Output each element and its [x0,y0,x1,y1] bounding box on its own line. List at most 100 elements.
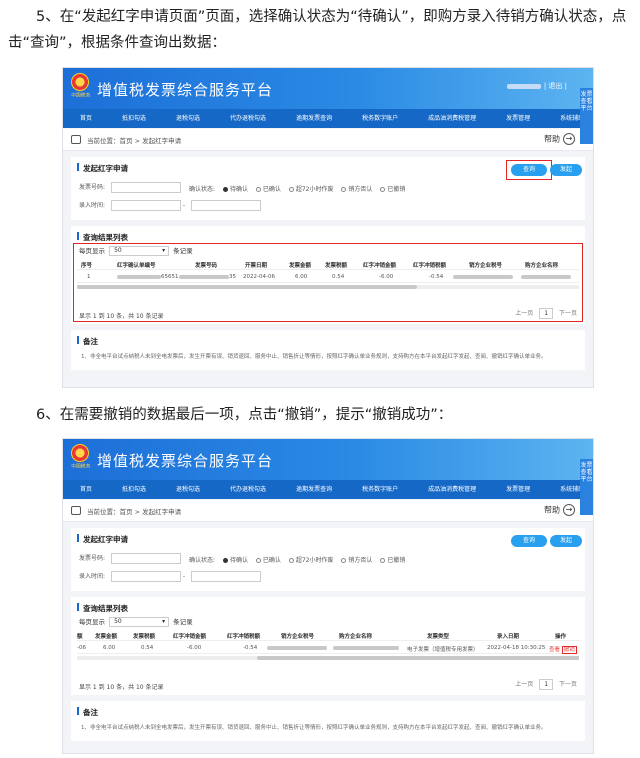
prev-page-button[interactable]: 上一页 [515,310,533,317]
result-title: 查询结果列表 [71,597,585,614]
nav-item[interactable]: 发票管理 [491,480,545,499]
table-header: 序号 红字确认单编号 发票号码 开票日期 发票金额 发票税额 红字冲销金额 红字… [77,257,579,270]
app-header: 中国税务 增值税发票综合服务平台 | 退出 | [63,68,593,109]
note-text: 1、非全电平台试点纳税人未到全电发票后，发生开票有误、销货退回、服务中止、销售折… [81,354,547,360]
next-page-button[interactable]: 下一页 [559,681,577,688]
tax-emblem-icon: 中国税务 [69,73,91,101]
nav-item[interactable]: 抵扣勾选 [107,480,161,499]
main-nav: 首页 抵扣勾选 退税勾选 代办退税勾选 逾期发票查询 税务数字账户 成品油消费税… [63,109,593,128]
page-size-select[interactable]: 50 ▾ [109,246,170,256]
arrow-right-icon: → [563,504,575,516]
nav-item[interactable]: 代办退税勾选 [215,109,281,128]
new-request-button[interactable]: 发起 [550,535,582,547]
pager: 上一页 1 下一页 [515,679,577,690]
status-label: 确认状态: [189,557,216,564]
query-button[interactable]: 查询 [511,535,547,547]
nav-item[interactable]: 成品油消费税管理 [413,109,491,128]
page-1-button[interactable]: 1 [539,679,554,690]
nav-item[interactable]: 代办退税勾选 [215,480,281,499]
side-panel-tab[interactable]: 发票查看平台 [580,88,593,144]
invoice-no-input[interactable] [110,182,181,193]
nav-item[interactable]: 抵扣勾选 [107,109,161,128]
page-size-select[interactable]: 50 ▾ [109,617,170,627]
status-label: 确认状态: [189,186,216,193]
app-title: 增值税发票综合服务平台 [97,452,274,470]
status-radio-pending[interactable]: 待确认 [222,184,248,193]
entry-time-start[interactable] [110,200,181,211]
view-link[interactable]: 查看 [549,647,560,653]
entry-time-end[interactable] [190,571,261,582]
result-panel: 查询结果列表 每页显示 50 ▾ 条记录 序号 红字确认单编号 发票号码 开票日期… [71,226,585,324]
form-title: 发起红字申请 [71,528,585,545]
status-radio-confirmed[interactable]: 已确认 [255,184,281,193]
prev-page-button[interactable]: 上一页 [515,681,533,688]
breadcrumb: 当前位置：首页 > 发起红字申请 帮助 → [63,500,593,522]
pager-info: 显示 1 到 10 条，共 10 条记录 [79,684,164,691]
status-radio-pending[interactable]: 待确认 [222,555,248,564]
nav-item[interactable]: 发票管理 [491,109,545,128]
date-separator: - [182,202,186,209]
horizontal-scrollbar[interactable] [77,656,579,660]
date-separator: - [182,573,186,580]
next-page-button[interactable]: 下一页 [559,310,577,317]
horizontal-scrollbar[interactable] [77,285,579,289]
user-menu[interactable]: | 退出 | [506,81,567,91]
help-link[interactable]: 帮助 → [544,133,575,145]
breadcrumb-text: 当前位置：首页 > 发起红字申请 [87,137,182,145]
step6-instruction: 6、在需要撤销的数据最后一项，点击“撤销”，提示“撤销成功”： [36,407,453,423]
app-header: 中国税务 增值税发票综合服务平台 [63,439,593,480]
main-nav: 首页 抵扣勾选 退税勾选 代办退税勾选 逾期发票查询 税务数字账户 成品油消费税… [63,480,593,499]
invoice-no-input[interactable] [110,553,181,564]
note-title: 备注 [71,701,585,718]
query-button[interactable]: 查询 [511,164,547,176]
status-radio-expired[interactable]: 超72小时作废 [288,184,333,193]
app-title: 增值税发票综合服务平台 [97,81,274,99]
status-radio-revoked[interactable]: 已撤销 [380,555,405,564]
result-title: 查询结果列表 [71,226,585,243]
nav-item[interactable]: 逾期发票查询 [281,480,347,499]
status-radio-confirmed[interactable]: 已确认 [255,555,281,564]
nav-item[interactable]: 退税勾选 [161,109,215,128]
home-icon [71,506,81,515]
query-form-panel: 发起红字申请 查询 发起 发票号码: 确认状态: 待确认 已确认 超72小时作废… [71,528,585,591]
status-radio-denied[interactable]: 销方否认 [341,555,372,564]
result-panel: 查询结果列表 每页显示 50 ▾ 条记录 额 发票金额 发票税额 红字冲销金额 红… [71,597,585,695]
chevron-down-icon: ▾ [162,618,166,625]
pager-info: 显示 1 到 10 条，共 10 条记录 [79,313,164,320]
status-radio-denied[interactable]: 销方否认 [341,184,372,193]
nav-item[interactable]: 退税勾选 [161,480,215,499]
nav-item[interactable]: 成品油消费税管理 [413,480,491,499]
status-radio-expired[interactable]: 超72小时作废 [288,555,333,564]
revoke-button[interactable]: 撤销 [561,646,577,654]
status-radio-revoked[interactable]: 已撤销 [380,184,405,193]
note-title: 备注 [71,330,585,347]
home-icon [71,135,81,144]
chevron-down-icon: ▾ [162,247,166,254]
note-text: 1、非全电平台试点纳税人未到全电发票后，发生开票有误、销货退回、服务中止、销售折… [81,725,547,731]
table-header: 额 发票金额 发票税额 红字冲销金额 红字冲销税额 销方企业税号 购方企业名称 … [77,628,579,641]
arrow-right-icon: → [563,133,575,145]
note-panel: 备注 1、非全电平台试点纳税人未到全电发票后，发生开票有误、销货退回、服务中止、… [71,701,585,741]
note-panel: 备注 1、非全电平台试点纳税人未到全电发票后，发生开票有误、销货退回、服务中止、… [71,330,585,370]
side-panel-tab[interactable]: 发票查看平台 [580,459,593,515]
step5-instruction: 5、在“发起红字申请页面”页面，选择确认状态为“待确认”，即购方录入待销方确认状… [8,9,627,51]
entry-time-end[interactable] [190,200,261,211]
breadcrumb: 当前位置：首页 > 发起红字申请 帮助 → [63,129,593,151]
page-size-control: 每页显示 50 ▾ 条记录 [79,246,193,256]
screenshot-query: 中国税务 增值税发票综合服务平台 | 退出 | 发票查看平台 首页 抵扣勾选 退… [62,67,594,388]
page-1-button[interactable]: 1 [539,308,554,319]
entry-time-start[interactable] [110,571,181,582]
table-row[interactable]: -06 6.00 0.54 -6.00 -0.54 电子发票（增值税专用发票） … [77,641,579,654]
nav-item[interactable]: 首页 [65,480,107,499]
table-row[interactable]: 1 65651 35 2022-04-06 6.00 0.54 -6.00 -0… [77,270,579,283]
nav-item[interactable]: 税务数字账户 [347,109,413,128]
entry-time-label: 录入时间: [79,202,106,209]
entry-time-label: 录入时间: [79,573,106,580]
nav-item[interactable]: 首页 [65,109,107,128]
nav-item[interactable]: 税务数字账户 [347,480,413,499]
nav-item[interactable]: 逾期发票查询 [281,109,347,128]
query-form-panel: 发起红字申请 查询 发起 发票号码: 确认状态: 待确认 已确认 超72小时作废… [71,157,585,220]
help-link[interactable]: 帮助 → [544,504,575,516]
new-request-button[interactable]: 发起 [550,164,582,176]
invoice-no-label: 发票号码: [79,184,106,191]
